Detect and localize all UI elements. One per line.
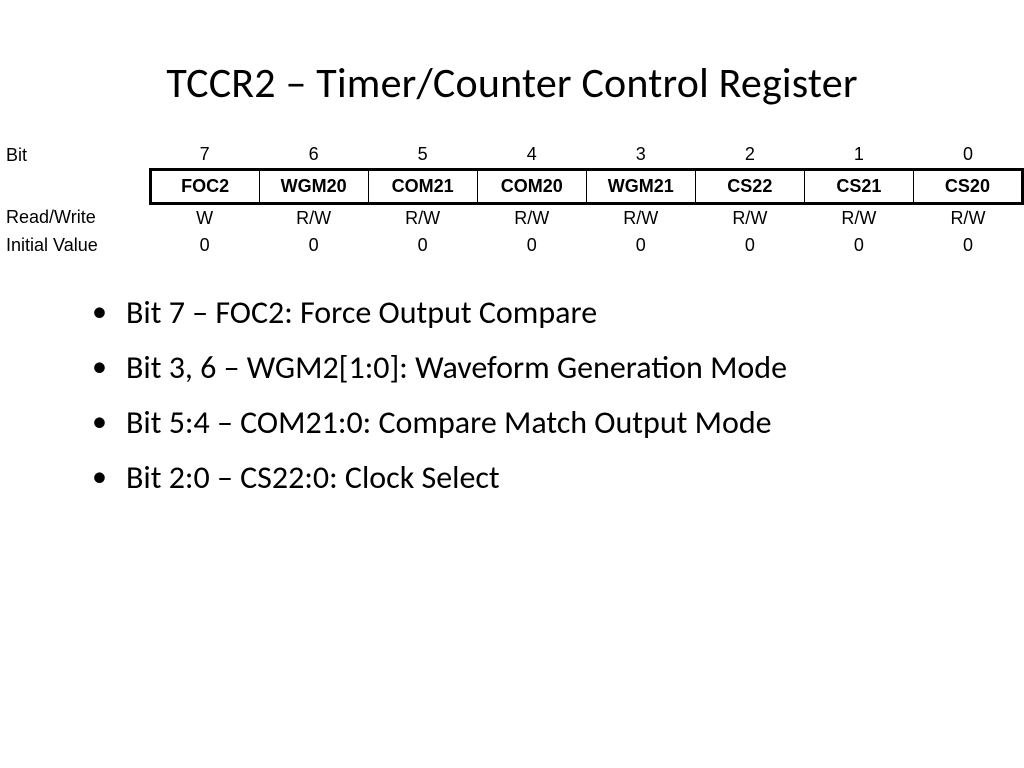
rw-cell: R/W	[804, 204, 913, 233]
bit-name-cell: WGM21	[586, 170, 695, 204]
slide-title: TCCR2 – Timer/Counter Control Register	[0, 0, 1024, 119]
rw-cell: R/W	[477, 204, 586, 233]
bit-name-cell: COM21	[368, 170, 477, 204]
bit-number: 4	[477, 141, 586, 170]
bullet-list: Bit 7 – FOC2: Force Output Compare Bit 3…	[92, 293, 952, 499]
rw-cell: R/W	[586, 204, 695, 233]
initial-value-row: Initial Value 0 0 0 0 0 0 0 0	[0, 232, 1023, 259]
bit-number: 0	[913, 141, 1022, 170]
bullet-item: Bit 2:0 – CS22:0: Clock Select	[92, 458, 952, 499]
bit-name-row-label	[0, 170, 150, 204]
rw-cell: R/W	[695, 204, 804, 233]
bit-number: 2	[695, 141, 804, 170]
rw-cell: R/W	[913, 204, 1022, 233]
bullet-item: Bit 5:4 – COM21:0: Compare Match Output …	[92, 403, 952, 444]
bit-name-cell: CS22	[695, 170, 804, 204]
iv-cell: 0	[150, 232, 259, 259]
bullet-item: Bit 7 – FOC2: Force Output Compare	[92, 293, 952, 334]
bit-number: 1	[804, 141, 913, 170]
bit-number-row: Bit 7 6 5 4 3 2 1 0	[0, 141, 1023, 170]
read-write-row: Read/Write W R/W R/W R/W R/W R/W R/W R/W	[0, 204, 1023, 233]
bit-name-row: FOC2 WGM20 COM21 COM20 WGM21 CS22 CS21 C…	[0, 170, 1023, 204]
register-table: Bit 7 6 5 4 3 2 1 0 FOC2 WGM20 COM21 COM…	[0, 141, 1024, 259]
rw-cell: W	[150, 204, 259, 233]
bullet-item: Bit 3, 6 – WGM2[1:0]: Waveform Generatio…	[92, 348, 952, 389]
iv-cell: 0	[477, 232, 586, 259]
bit-number: 5	[368, 141, 477, 170]
bit-name-cell: CS21	[804, 170, 913, 204]
iv-cell: 0	[695, 232, 804, 259]
bit-name-cell: WGM20	[259, 170, 368, 204]
bit-name-cell: CS20	[913, 170, 1022, 204]
rw-row-label: Read/Write	[0, 204, 150, 233]
iv-cell: 0	[586, 232, 695, 259]
iv-row-label: Initial Value	[0, 232, 150, 259]
iv-cell: 0	[368, 232, 477, 259]
bit-row-label: Bit	[0, 141, 150, 170]
register-diagram: Bit 7 6 5 4 3 2 1 0 FOC2 WGM20 COM21 COM…	[0, 141, 1024, 259]
bit-number: 7	[150, 141, 259, 170]
bit-name-cell: COM20	[477, 170, 586, 204]
slide: TCCR2 – Timer/Counter Control Register B…	[0, 0, 1024, 768]
bit-number: 6	[259, 141, 368, 170]
iv-cell: 0	[259, 232, 368, 259]
bit-number: 3	[586, 141, 695, 170]
iv-cell: 0	[804, 232, 913, 259]
rw-cell: R/W	[368, 204, 477, 233]
bit-name-cell: FOC2	[150, 170, 259, 204]
iv-cell: 0	[913, 232, 1022, 259]
rw-cell: R/W	[259, 204, 368, 233]
